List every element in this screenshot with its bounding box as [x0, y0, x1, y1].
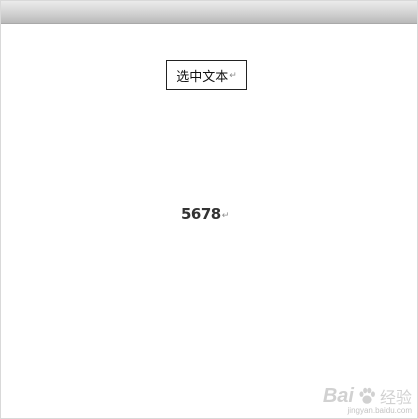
textbox-label: 选中文本 — [176, 69, 229, 85]
document-area[interactable]: 选中文本 ↵ 5678 ↵ — [1, 24, 417, 418]
watermark-suffix: 经验 — [379, 388, 412, 407]
watermark-logo-text: Bai — [322, 384, 354, 407]
watermark: Bai 经验 jingyan.baidu.com — [323, 384, 412, 416]
paragraph-mark-icon: ↵ — [229, 71, 237, 81]
number-text: 5678 — [181, 205, 221, 223]
watermark-logo-row: Bai 经验 — [323, 384, 412, 408]
ribbon-bar — [1, 1, 417, 24]
paragraph-mark-icon: ↵ — [221, 211, 230, 221]
watermark-url: jingyan.baidu.com — [347, 406, 412, 415]
number-line[interactable]: 5678 ↵ — [181, 205, 229, 223]
paw-icon — [359, 387, 375, 404]
selected-text-box[interactable]: 选中文本 ↵ — [166, 60, 247, 90]
